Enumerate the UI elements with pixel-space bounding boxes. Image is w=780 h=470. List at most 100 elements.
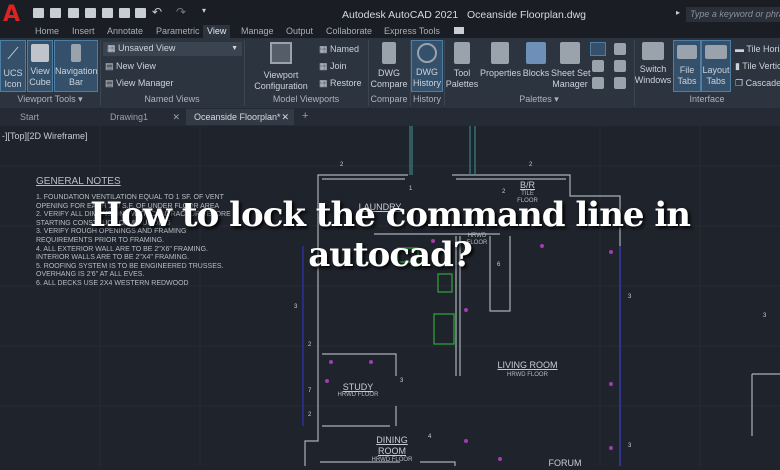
file-tabs-button[interactable]: File Tabs [673, 40, 701, 92]
note-line: 6. ALL DECKS USE 2X4 WESTERN REDWOOD [36, 279, 189, 287]
room-label-dining: ROOM [378, 446, 406, 456]
app-title: Autodesk AutoCAD 2021 Oceanside Floorpla… [342, 9, 587, 21]
panel-label-history: History [412, 94, 441, 104]
new-icon[interactable] [33, 8, 44, 18]
doc-tab-drawing1[interactable]: Drawing1 ✕ [98, 109, 186, 125]
workspace-icon[interactable] [454, 27, 464, 34]
panel-label-viewport-tools[interactable]: Viewport Tools ▾ [0, 94, 100, 105]
open-icon[interactable] [50, 8, 61, 18]
notes-title: GENERAL NOTES [36, 176, 121, 187]
room-label-dining: DINING [376, 435, 408, 445]
dimension: 3 [763, 313, 767, 319]
command-line-toggle-icon[interactable] [590, 42, 606, 56]
sheet-set-icon [560, 42, 580, 64]
dwg-compare-button[interactable]: DWG Compare [370, 42, 408, 90]
room-label-br: B/R [519, 180, 535, 190]
panel-label-compare: Compare [370, 94, 408, 104]
dimension: 3 [400, 378, 404, 384]
tab-collaborate[interactable]: Collaborate [322, 25, 376, 38]
clipboard-icon[interactable] [614, 77, 626, 89]
headline-line: How to lock the command line in [89, 195, 691, 235]
dimension: 2 [308, 342, 312, 348]
palette-icon[interactable] [592, 60, 604, 72]
view-cube-button[interactable]: View Cube [27, 40, 53, 92]
tile-horizontally-button[interactable]: ▬ Tile Horizontally [735, 44, 780, 55]
sheet-set-manager-button[interactable]: Sheet Set Manager [551, 42, 591, 90]
share-icon[interactable] [119, 8, 130, 18]
close-icon[interactable]: ✕ [172, 112, 180, 122]
new-tab-plus-icon[interactable]: + [302, 110, 308, 122]
headline-line: autocad? [308, 235, 473, 275]
tool-palettes-button[interactable]: Tool Palettes [445, 42, 479, 90]
dimension: 4 [428, 434, 432, 440]
switch-windows-button[interactable]: Switch Windows [634, 42, 672, 86]
viewport-configuration-button[interactable]: Viewport Configuration [248, 42, 314, 92]
search-input[interactable]: Type a keyword or phrase [686, 7, 780, 22]
cube-icon [31, 44, 49, 62]
dwg-history-button[interactable]: DWG History [411, 40, 443, 92]
tab-view[interactable]: View [203, 25, 231, 38]
tab-annotate[interactable]: Annotate [103, 25, 147, 38]
open-web-icon[interactable] [102, 8, 113, 18]
door-lines [409, 126, 476, 175]
tab-home[interactable]: Home [31, 25, 63, 38]
undo-icon[interactable]: ↶ [152, 5, 162, 19]
view-manager-button[interactable]: ▤ View Manager [105, 78, 173, 89]
calculator-icon[interactable] [614, 60, 626, 72]
named-view-dropdown[interactable]: ▦ Unsaved View ▼ [103, 42, 242, 56]
tile-vertically-button[interactable]: ▮ Tile Vertically [735, 61, 780, 72]
customize-dropdown-icon[interactable]: ▾ [202, 6, 206, 16]
dimension: 3 [294, 304, 298, 310]
room-label-forum: FORUM [548, 458, 582, 468]
save-icon[interactable] [68, 8, 79, 18]
cascade-button[interactable]: ❐ Cascade [735, 78, 780, 89]
tool-palettes-icon [454, 42, 470, 64]
panel-label-model-viewports: Model Viewports [272, 94, 340, 104]
tab-manage[interactable]: Manage [237, 25, 278, 38]
switch-windows-icon [642, 42, 664, 60]
doc-tab-start[interactable]: Start [8, 109, 98, 125]
headline-overlay: How to lock the command line in autocad? [0, 195, 780, 275]
close-icon[interactable]: ✕ [281, 112, 289, 122]
tab-insert[interactable]: Insert [68, 25, 99, 38]
palette-icon[interactable] [592, 77, 604, 89]
viewport-icon [270, 42, 292, 64]
history-clock-icon [417, 43, 437, 63]
layout-tabs-button[interactable]: Layout Tabs [701, 40, 731, 92]
save-as-icon[interactable] [85, 8, 96, 18]
new-view-button[interactable]: ▤ New View [105, 61, 156, 72]
blocks-button[interactable]: Blocks [521, 42, 551, 79]
search-expand-icon[interactable]: ▸ [676, 8, 680, 18]
navigation-bar-button[interactable]: Navigation Bar [54, 40, 98, 92]
tab-express-tools[interactable]: Express Tools [380, 25, 444, 38]
room-label-living-room: LIVING ROOM [497, 360, 558, 370]
redo-icon[interactable]: ↷ [176, 5, 186, 19]
join-button[interactable]: ▦ Join [319, 61, 347, 72]
dimension: 2 [308, 412, 312, 418]
doc-tab-oceanside-floorplan[interactable]: Oceanside Floorplan* ✕ [186, 109, 294, 125]
floor-label: HRWD FLOOR [337, 392, 379, 398]
palette-icon[interactable] [614, 43, 626, 55]
properties-button[interactable]: Properties [480, 42, 521, 79]
autocad-logo[interactable]: A [3, 4, 20, 26]
floor-label: HRWD FLOOR [371, 457, 413, 463]
dimension: 2 [529, 162, 533, 168]
panel-label-palettes[interactable]: Palettes ▾ [444, 94, 634, 105]
dimension: 1 [409, 186, 413, 192]
ucs-icon-button[interactable]: ⟋ UCS Icon [0, 40, 26, 92]
tab-output[interactable]: Output [282, 25, 317, 38]
blocks-icon [526, 42, 546, 64]
tab-parametric[interactable]: Parametric [152, 25, 204, 38]
dimension: 2 [340, 162, 344, 168]
exterior-lines [302, 246, 621, 466]
plot-icon[interactable] [135, 8, 146, 18]
nav-bar-icon [71, 44, 81, 62]
dimension: 3 [628, 443, 632, 449]
restore-button[interactable]: ▦ Restore [319, 78, 362, 89]
dimension: 3 [628, 294, 632, 300]
named-viewports-button[interactable]: ▦ Named [319, 44, 359, 55]
panel-label-interface: Interface [689, 94, 725, 104]
floor-label: HRWD FLOOR [507, 372, 548, 378]
file-tabs-icon [677, 45, 697, 59]
compare-icon [382, 42, 396, 64]
